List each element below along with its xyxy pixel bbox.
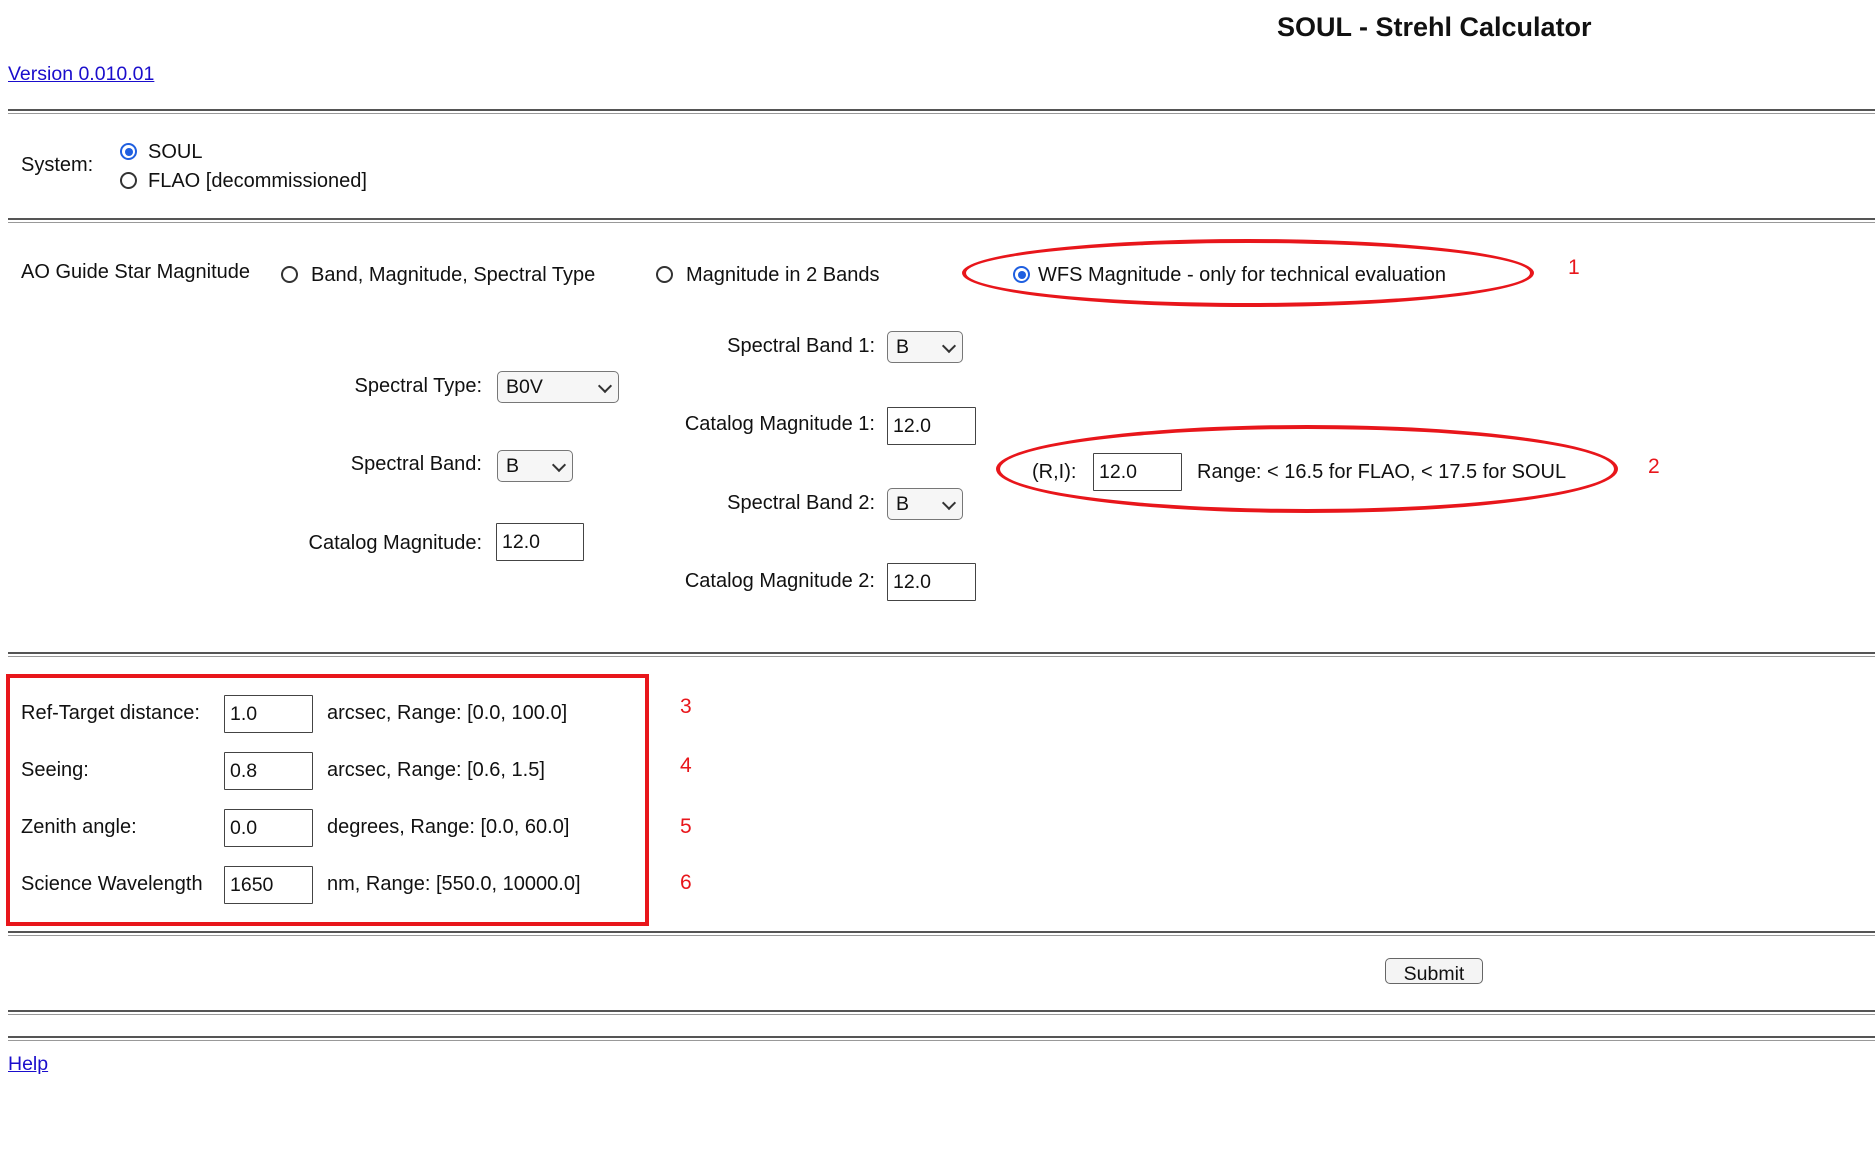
annotation-number-1: 1 bbox=[1568, 256, 1580, 279]
spectral-band-2-label: Spectral Band 2: bbox=[727, 492, 875, 514]
ao-mode-two-bands-label: Magnitude in 2 Bands bbox=[686, 264, 880, 286]
system-flao-label: FLAO [decommissioned] bbox=[148, 170, 367, 192]
catalog-magnitude-2-input[interactable]: 12.0 bbox=[887, 563, 976, 601]
annotation-number-5: 5 bbox=[680, 815, 692, 838]
help-link[interactable]: Help bbox=[8, 1053, 48, 1076]
spectral-band-select[interactable]: B bbox=[497, 450, 573, 482]
annotation-ellipse-1 bbox=[962, 239, 1534, 307]
page-title: SOUL - Strehl Calculator bbox=[1277, 12, 1592, 42]
catalog-magnitude-label: Catalog Magnitude: bbox=[308, 532, 482, 554]
system-label: System: bbox=[21, 154, 94, 176]
version-link[interactable]: Version 0.010.01 bbox=[8, 63, 154, 86]
divider bbox=[8, 109, 1875, 114]
spectral-type-select[interactable]: B0V bbox=[497, 371, 619, 403]
annotation-number-2: 2 bbox=[1648, 455, 1660, 478]
divider bbox=[8, 931, 1875, 936]
annotation-number-6: 6 bbox=[680, 871, 692, 894]
spectral-band-1-value: B bbox=[896, 336, 910, 358]
catalog-magnitude-2-label: Catalog Magnitude 2: bbox=[684, 570, 875, 592]
ao-mode-band-mag-spectral-radio[interactable] bbox=[281, 266, 298, 283]
chevron-down-icon bbox=[941, 495, 957, 511]
annotation-box-params bbox=[6, 674, 649, 926]
ao-guide-star-label: AO Guide Star Magnitude bbox=[21, 261, 251, 283]
divider bbox=[8, 652, 1875, 657]
ao-mode-two-bands-radio[interactable] bbox=[656, 266, 673, 283]
spectral-band-value: B bbox=[506, 455, 520, 477]
spectral-band-2-value: B bbox=[896, 493, 910, 515]
system-soul-label: SOUL bbox=[148, 141, 203, 163]
chevron-down-icon bbox=[597, 378, 613, 394]
spectral-band-1-select[interactable]: B bbox=[887, 331, 963, 363]
catalog-magnitude-input[interactable]: 12.0 bbox=[496, 523, 584, 561]
system-flao-radio[interactable] bbox=[120, 172, 137, 189]
spectral-type-value: B0V bbox=[506, 376, 543, 398]
annotation-number-3: 3 bbox=[680, 695, 692, 718]
divider bbox=[8, 218, 1875, 223]
spectral-band-label: Spectral Band: bbox=[350, 453, 482, 475]
system-soul-radio[interactable] bbox=[120, 143, 137, 160]
spectral-type-label: Spectral Type: bbox=[354, 375, 482, 397]
divider bbox=[8, 1036, 1875, 1041]
catalog-magnitude-1-input[interactable]: 12.0 bbox=[887, 407, 976, 445]
chevron-down-icon bbox=[551, 457, 567, 473]
annotation-number-4: 4 bbox=[680, 754, 692, 777]
divider bbox=[8, 1010, 1875, 1015]
spectral-band-1-label: Spectral Band 1: bbox=[727, 335, 875, 357]
catalog-magnitude-1-label: Catalog Magnitude 1: bbox=[684, 413, 875, 435]
ao-mode-band-mag-spectral-label: Band, Magnitude, Spectral Type bbox=[311, 264, 596, 286]
spectral-band-2-select[interactable]: B bbox=[887, 488, 963, 520]
chevron-down-icon bbox=[941, 338, 957, 354]
submit-button[interactable]: Submit bbox=[1385, 958, 1483, 984]
annotation-ellipse-2 bbox=[996, 425, 1618, 513]
